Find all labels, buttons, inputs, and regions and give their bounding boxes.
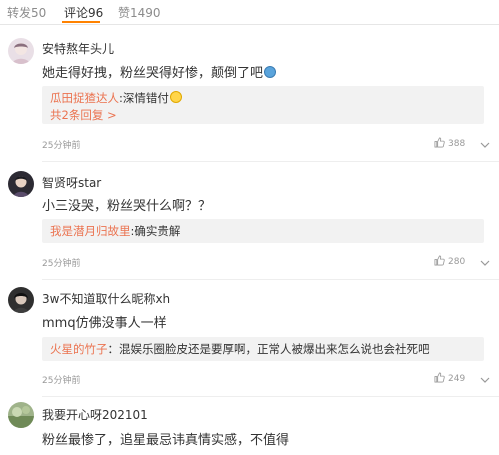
comment-item: 3w不知道取什么昵称xh mmq仿佛没事人一样 火星的竹子：混娱乐圈脸皮还是要厚…	[0, 281, 499, 397]
comment-text: 小三没哭，粉丝哭什么啊？？	[42, 199, 212, 214]
tab-comments[interactable]: 评论96	[64, 4, 103, 21]
comment-item: 智贤呀star 小三没哭，粉丝哭什么啊？？ 我是潜月归故里:确实贵解 25分钟前…	[0, 163, 499, 281]
timestamp: 25分钟前	[42, 141, 81, 151]
comment-text: 粉丝最惨了，追星最忌讳真情实感，不值得	[42, 433, 290, 448]
reply-box: 我是潜月归故里:确实贵解	[42, 219, 484, 243]
like-button[interactable]: 388	[434, 137, 465, 149]
sob-emoji-icon	[169, 91, 182, 103]
reply-text: 深情错付	[122, 91, 169, 105]
like-count: 388	[448, 139, 466, 149]
doge-emoji-icon	[264, 66, 277, 78]
comment-text: 她走得好拽，粉丝哭得好惨，颠倒了吧	[42, 62, 277, 81]
tab-reposts[interactable]: 转发50	[7, 4, 46, 21]
thumbs-up-icon	[434, 372, 445, 383]
username[interactable]: 智贤呀star	[42, 174, 101, 191]
avatar[interactable]	[8, 38, 34, 64]
username[interactable]: 我要开心呀202101	[42, 406, 148, 423]
divider	[42, 279, 499, 280]
comment-text: mmq仿佛没事人一样	[42, 316, 167, 331]
divider	[42, 161, 499, 162]
chevron-down-icon[interactable]	[480, 260, 490, 266]
reply-username[interactable]: 我是潜月归故里	[50, 224, 131, 238]
comment-tabs: 转发50 评论96 赞1490	[0, 0, 499, 25]
username[interactable]: 3w不知道取什么昵称xh	[42, 290, 170, 307]
timestamp: 25分钟前	[42, 259, 81, 269]
reply-username[interactable]: 瓜田捉猹达人	[50, 91, 119, 105]
chevron-down-icon[interactable]	[480, 377, 490, 383]
active-tab-indicator	[62, 21, 100, 23]
chevron-right-icon: >	[106, 108, 117, 122]
avatar[interactable]	[8, 287, 34, 313]
username[interactable]: 安特熬年头儿	[42, 40, 114, 57]
view-replies-link[interactable]: 共2条回复 >	[50, 107, 117, 123]
like-button[interactable]: 249	[434, 372, 465, 384]
reply-box: 火星的竹子：混娱乐圈脸皮还是要厚啊，正常人被爆出来怎么说也会社死吧	[42, 337, 484, 361]
reply-username[interactable]: 火星的竹子	[50, 342, 108, 356]
timestamp: 25分钟前	[42, 376, 81, 386]
avatar[interactable]	[8, 171, 34, 197]
reply-item: 瓜田捉猹达人:深情错付	[50, 90, 182, 106]
chevron-down-icon[interactable]	[480, 142, 490, 148]
comment-item: 安特熬年头儿 她走得好拽，粉丝哭得好惨，颠倒了吧 瓜田捉猹达人:深情错付 共2条…	[0, 24, 499, 164]
reply-box: 瓜田捉猹达人:深情错付 共2条回复 >	[42, 86, 484, 124]
tab-likes[interactable]: 赞1490	[118, 4, 161, 21]
avatar[interactable]	[8, 402, 34, 428]
reply-item: 火星的竹子：混娱乐圈脸皮还是要厚啊，正常人被爆出来怎么说也会社死吧	[50, 342, 430, 356]
like-count: 280	[448, 257, 466, 267]
reply-text: 混娱乐圈脸皮还是要厚啊，正常人被爆出来怎么说也会社死吧	[119, 342, 430, 356]
reply-item: 我是潜月归故里:确实贵解	[50, 224, 181, 238]
thumbs-up-icon	[434, 255, 445, 266]
comment-item: 我要开心呀202101 粉丝最惨了，追星最忌讳真情实感，不值得	[0, 396, 499, 455]
reply-text: 确实贵解	[134, 224, 181, 238]
like-button[interactable]: 280	[434, 255, 465, 267]
thumbs-up-icon	[434, 137, 445, 148]
like-count: 249	[448, 374, 466, 384]
